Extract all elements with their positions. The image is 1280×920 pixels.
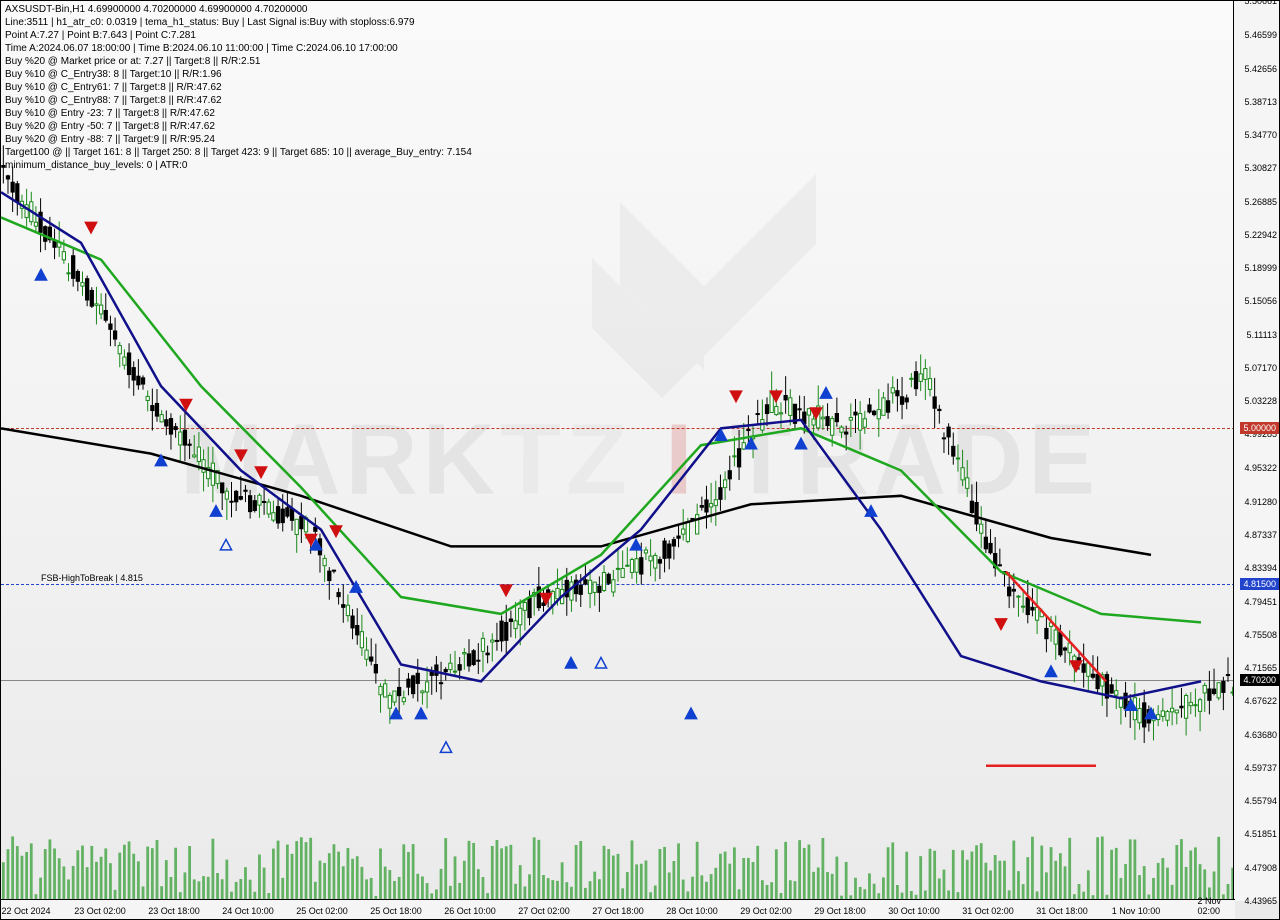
info-line: Line:3511 | h1_atr_c0: 0.0319 | tema_h1_… — [5, 16, 472, 29]
chart-container[interactable]: MARKTZ I TRADE AXSUSDT-Bin,H1 4.69900000… — [0, 0, 1280, 920]
info-line: minimum_distance_buy_levels: 0 | ATR:0 — [5, 159, 472, 172]
info-line: Buy %20 @ Market price or at: 7.27 || Ta… — [5, 55, 472, 68]
info-panel: AXSUSDT-Bin,H1 4.69900000 4.70200000 4.6… — [5, 3, 472, 172]
chart-title: AXSUSDT-Bin,H1 4.69900000 4.70200000 4.6… — [5, 3, 472, 16]
info-line: Time A:2024.06.07 18:00:00 | Time B:2024… — [5, 42, 472, 55]
price-tag-blue: 4.81500 — [1240, 578, 1279, 590]
info-line: Buy %10 @ C_Entry61: 7 || Target:8 || R/… — [5, 81, 472, 94]
price-tag-current: 4.70200 — [1240, 674, 1279, 686]
info-line: Target100 @ || Target 161: 8 || Target 2… — [5, 146, 472, 159]
y-axis: 5.506615.465995.426565.387135.347705.308… — [1233, 1, 1279, 901]
price-tag-red: 5.00000 — [1240, 422, 1279, 434]
info-line: Buy %10 @ C_Entry88: 7 || Target:8 || R/… — [5, 94, 472, 107]
info-line: Buy %20 @ Entry -50: 7 || Target:8 || R/… — [5, 120, 472, 133]
info-line: Buy %20 @ Entry -88: 7 || Target:9 || R/… — [5, 133, 472, 146]
info-line: Buy %10 @ Entry -23: 7 || Target:8 || R/… — [5, 107, 472, 120]
info-line: Point A:7.27 | Point B:7.643 | Point C:7… — [5, 29, 472, 42]
x-axis: 22 Oct 202423 Oct 02:0023 Oct 18:0024 Oc… — [1, 899, 1235, 919]
info-line: Buy %10 @ C_Entry38: 8 || Target:10 || R… — [5, 68, 472, 81]
